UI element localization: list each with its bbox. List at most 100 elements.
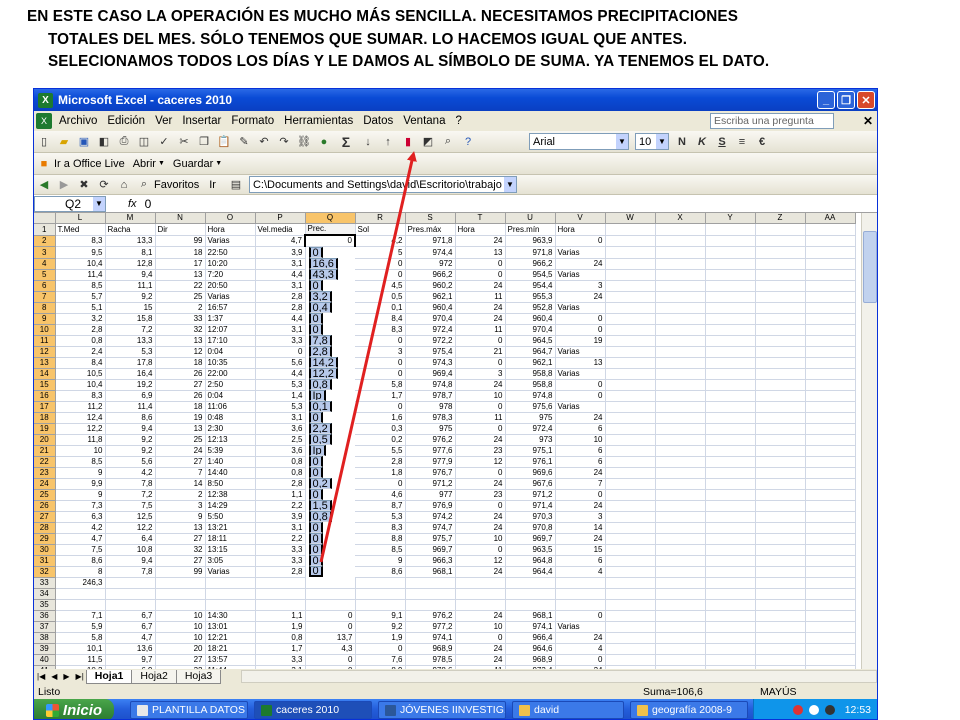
- cell[interactable]: [605, 368, 656, 380]
- row-header[interactable]: 4: [34, 258, 56, 270]
- cell[interactable]: 9: [355, 555, 406, 567]
- cell[interactable]: [755, 511, 806, 523]
- next-sheet-icon[interactable]: ▶: [60, 672, 72, 681]
- cell[interactable]: [755, 522, 806, 534]
- cell[interactable]: 5,3: [255, 379, 306, 391]
- undo-icon[interactable]: ↶: [256, 134, 272, 150]
- cell[interactable]: 13,3: [105, 335, 156, 347]
- cell[interactable]: [655, 588, 706, 600]
- cell[interactable]: 964,8: [505, 555, 556, 567]
- cell[interactable]: [755, 577, 806, 589]
- cell[interactable]: 0,1: [308, 401, 332, 413]
- cell[interactable]: [705, 511, 756, 523]
- cell[interactable]: 0: [555, 379, 606, 391]
- cell[interactable]: [655, 456, 706, 468]
- cell[interactable]: [405, 577, 456, 589]
- cell[interactable]: 966,2: [505, 258, 556, 270]
- cell[interactable]: [655, 368, 706, 380]
- cell[interactable]: 0: [555, 610, 606, 622]
- cell[interactable]: [705, 588, 756, 600]
- cell[interactable]: 8,7: [355, 500, 406, 512]
- cell[interactable]: 12:07: [205, 324, 256, 336]
- cell[interactable]: 5:39: [205, 445, 256, 457]
- cell[interactable]: 3,3: [255, 544, 306, 556]
- cell[interactable]: [755, 223, 806, 236]
- cell[interactable]: 974,2: [405, 511, 456, 523]
- cell[interactable]: [655, 379, 706, 391]
- cell[interactable]: [655, 566, 706, 578]
- cell[interactable]: 3,2: [55, 313, 106, 325]
- spelling-icon[interactable]: ✓: [156, 134, 172, 150]
- row-header[interactable]: 25: [34, 489, 56, 501]
- column-header[interactable]: M: [105, 213, 156, 225]
- column-header[interactable]: W: [605, 213, 656, 225]
- cell[interactable]: [755, 478, 806, 490]
- cell[interactable]: 960,2: [405, 280, 456, 292]
- cell[interactable]: 0: [308, 555, 323, 567]
- cell[interactable]: 9,2: [105, 445, 156, 457]
- cell[interactable]: 9,1: [355, 610, 406, 622]
- row-header[interactable]: 22: [34, 456, 56, 468]
- cell[interactable]: 5,8: [355, 379, 406, 391]
- menu-datos[interactable]: Datos: [358, 115, 398, 127]
- cell[interactable]: 24: [455, 643, 506, 655]
- cell[interactable]: 5: [355, 246, 406, 259]
- cell[interactable]: 14:30: [205, 610, 256, 622]
- cell[interactable]: 11,4: [55, 269, 106, 281]
- cell[interactable]: 16,4: [105, 368, 156, 380]
- cell[interactable]: 0: [455, 269, 506, 281]
- cell[interactable]: [705, 357, 756, 369]
- row-header[interactable]: 27: [34, 511, 56, 523]
- cell[interactable]: [605, 456, 656, 468]
- cell[interactable]: [605, 500, 656, 512]
- cell[interactable]: [305, 588, 356, 600]
- cell[interactable]: 0,2: [308, 478, 332, 490]
- first-sheet-icon[interactable]: |◀: [34, 672, 48, 681]
- cell[interactable]: 2,8: [255, 291, 306, 303]
- cell[interactable]: 10:35: [205, 357, 256, 369]
- align-left-icon[interactable]: ≡: [734, 134, 750, 150]
- cell[interactable]: 4,4: [255, 313, 306, 325]
- cell[interactable]: 975,6: [505, 401, 556, 413]
- cell[interactable]: 8,6: [355, 566, 406, 578]
- cell[interactable]: 975,4: [405, 346, 456, 358]
- cell[interactable]: 32: [155, 544, 206, 556]
- cell[interactable]: 974,3: [405, 357, 456, 369]
- cell[interactable]: [605, 379, 656, 391]
- cell[interactable]: 9,4: [105, 555, 156, 567]
- cell[interactable]: 24: [555, 258, 606, 270]
- cell[interactable]: 971,8: [405, 235, 456, 248]
- cell[interactable]: 0,2: [355, 434, 406, 446]
- cell[interactable]: 6,4: [105, 533, 156, 545]
- cell[interactable]: 8,4: [355, 313, 406, 325]
- cell[interactable]: 10: [155, 610, 206, 622]
- cell[interactable]: 0,8: [55, 335, 106, 347]
- cell[interactable]: [755, 544, 806, 556]
- row-header[interactable]: 23: [34, 467, 56, 479]
- cell[interactable]: Pres.mín: [505, 223, 556, 236]
- cell[interactable]: 27: [155, 654, 206, 666]
- cell[interactable]: 11,5: [55, 654, 106, 666]
- cell[interactable]: 13: [555, 357, 606, 369]
- cell[interactable]: 18:21: [205, 643, 256, 655]
- cell[interactable]: Prec.: [305, 223, 356, 236]
- cell[interactable]: 3: [155, 500, 206, 512]
- row-header[interactable]: 30: [34, 544, 56, 556]
- cell[interactable]: 4,4: [255, 368, 306, 380]
- cell[interactable]: [655, 610, 706, 622]
- chart-wizard-icon[interactable]: ▮: [400, 134, 416, 150]
- column-header[interactable]: V: [555, 213, 606, 225]
- cell[interactable]: 970,4: [405, 313, 456, 325]
- cell[interactable]: 26: [155, 390, 206, 402]
- back-icon[interactable]: ◀: [36, 177, 52, 193]
- cell[interactable]: [705, 478, 756, 490]
- cell[interactable]: Varias: [205, 235, 256, 248]
- cell[interactable]: 0: [455, 423, 506, 435]
- cell[interactable]: 2,8: [255, 302, 306, 314]
- cell[interactable]: 2,8: [308, 346, 332, 358]
- cell[interactable]: 976,2: [405, 434, 456, 446]
- cell[interactable]: [755, 555, 806, 567]
- cell[interactable]: [755, 235, 806, 248]
- cell[interactable]: 12,4: [55, 412, 106, 424]
- cell[interactable]: [805, 346, 856, 358]
